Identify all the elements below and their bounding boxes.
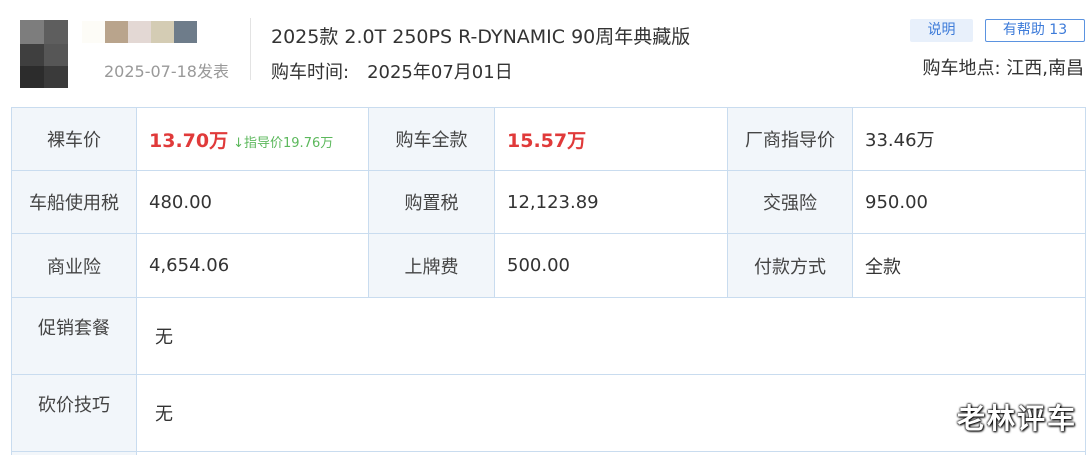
post-date: 2025-07-18发表 — [104, 62, 229, 81]
total-price: 15.57万 — [507, 129, 587, 152]
promo-value: 无 — [136, 297, 1086, 375]
down-arrow-icon: ↓ — [233, 135, 245, 151]
username-blurred[interactable] — [82, 21, 197, 43]
table-label: 车船使用税 — [11, 170, 137, 234]
table-label: 购置税 — [368, 170, 495, 234]
avatar[interactable] — [20, 20, 68, 88]
buy-time: 购车时间: 2025年07月01日 — [271, 58, 513, 84]
table-label-empty — [11, 451, 137, 455]
table-label: 交强险 — [727, 170, 853, 234]
table-value: 13.70万 ↓指导价19.76万 — [136, 107, 369, 171]
table-row — [11, 451, 1086, 455]
table-value: 33.46万 — [852, 107, 1086, 171]
table-label: 付款方式 — [727, 233, 853, 298]
guide-price-note: 指导价19.76万 — [244, 135, 334, 151]
table-label: 商业险 — [11, 233, 137, 298]
buy-time-value: 2025年07月01日 — [367, 62, 513, 83]
table-row: 促销套餐 无 — [11, 297, 1086, 375]
table-label: 厂商指导价 — [727, 107, 853, 171]
table-row: 车船使用税 480.00 购置税 12,123.89 交强险 950.00 — [11, 170, 1086, 234]
table-value: 全款 — [852, 233, 1086, 298]
table-row: 商业险 4,654.06 上牌费 500.00 付款方式 全款 — [11, 233, 1086, 298]
helpful-button[interactable]: 有帮助 13 — [985, 19, 1085, 42]
promo-label: 促销套餐 — [11, 297, 137, 375]
table-value: 480.00 — [136, 170, 369, 234]
purchase-location: 购车地点: 江西,南昌 — [922, 58, 1084, 79]
header-divider — [250, 18, 251, 80]
bargain-label: 砍价技巧 — [11, 374, 137, 452]
buy-time-label: 购车时间: — [271, 62, 350, 83]
table-label: 裸车价 — [11, 107, 137, 171]
watermark: 老林评车 — [956, 402, 1077, 435]
table-value: 15.57万 — [494, 107, 728, 171]
table-value: 950.00 — [852, 170, 1086, 234]
price-table: 裸车价 13.70万 ↓指导价19.76万 购车全款 15.57万 厂商指导价 3… — [11, 107, 1086, 455]
table-label: 上牌费 — [368, 233, 495, 298]
table-label: 购车全款 — [368, 107, 495, 171]
table-value: 500.00 — [494, 233, 728, 298]
bargain-value: 无 — [136, 374, 1086, 452]
table-value: 4,654.06 — [136, 233, 369, 298]
explain-badge[interactable]: 说明 — [910, 19, 973, 42]
model-title[interactable]: 2025款 2.0T 250PS R-DYNAMIC 90周年典藏版 — [271, 22, 690, 49]
table-value-empty — [136, 451, 1086, 455]
bare-car-price: 13.70万 — [149, 129, 229, 152]
table-row: 裸车价 13.70万 ↓指导价19.76万 购车全款 15.57万 厂商指导价 3… — [11, 107, 1086, 171]
table-row: 砍价技巧 无 — [11, 374, 1086, 452]
table-value: 12,123.89 — [494, 170, 728, 234]
